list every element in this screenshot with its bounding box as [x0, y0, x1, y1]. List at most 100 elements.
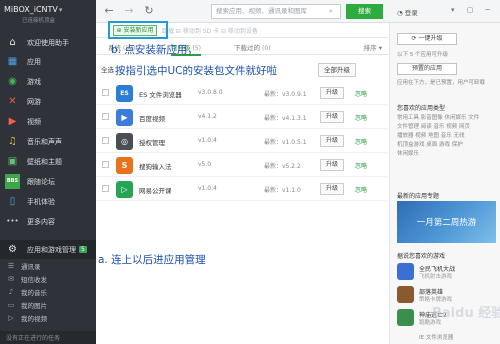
update-all-button[interactable]: 全部升级: [318, 63, 356, 77]
sidebar-item-app-manager[interactable]: ⚙ 应用和游戏管理 5: [0, 240, 96, 259]
tools-icon: ✕: [8, 95, 17, 107]
tab-downloaded[interactable]: 下载过的 (0): [234, 42, 271, 52]
sidebar-item-online-games[interactable]: ✕ 网游: [0, 92, 96, 111]
music-icon: ♪: [8, 287, 14, 296]
sidebar-item-home[interactable]: ⌂ 欢迎使用助手: [0, 33, 96, 52]
sidebar-subitem-music[interactable]: ♪ 我的音乐: [0, 285, 96, 298]
app-name: 搜狗输入法: [139, 163, 172, 171]
refresh-button[interactable]: ↻: [142, 4, 156, 18]
sidebar-subitem-sms[interactable]: ✉ 短信收发: [0, 272, 96, 285]
latest-version: 最新：v3.0.9.1: [264, 91, 307, 98]
user-icon: ◔: [397, 9, 405, 17]
chevron-down-icon: ▾: [58, 6, 63, 14]
category-line[interactable]: 播放器 视频 地图 音乐 无线: [397, 131, 465, 139]
window-controls[interactable]: ▾ ▢ ─ ✕: [451, 6, 500, 14]
more-games-text: IE 文件浏览器: [419, 335, 454, 341]
update-button[interactable]: 升级: [320, 87, 344, 99]
category-line[interactable]: 休闲娱乐: [397, 149, 419, 157]
ignore-link[interactable]: 忽略: [355, 137, 367, 146]
sidebar-item-more[interactable]: ••• 更多内容: [0, 212, 96, 231]
recommend-heading: 据说您喜欢的游戏: [397, 253, 446, 260]
login-link[interactable]: ◔ 登录: [397, 7, 418, 17]
update-button[interactable]: 升级: [320, 111, 344, 123]
ignore-link[interactable]: 忽略: [355, 185, 367, 194]
category-line[interactable]: 机顶盒游戏 桌面 游戏 保护: [397, 140, 463, 148]
update-button[interactable]: 升级: [320, 159, 344, 171]
latest-version: 最新：v1.0.5.1: [264, 139, 307, 146]
update-count-badge: 5: [79, 246, 87, 253]
disabled-actions: 卸载 ⊟ 移动到 SD 卡 ⊟ 移动到设备: [162, 28, 258, 35]
app-row: S 搜狗输入法 v5.0 最新：v5.2.2 升级 忽略: [96, 154, 388, 177]
sidebar: MiBOX_iCNTV▾ 已连接机顶盒 ⌂ 欢迎使用助手 ▦ 应用 ◉ 游戏 ✕…: [0, 0, 96, 344]
sidebar-item-label: 游戏: [27, 77, 41, 86]
device-status: 已连接机顶盒: [22, 18, 56, 24]
back-button[interactable]: ←: [102, 4, 116, 18]
game-item[interactable]: 全民飞机大战 飞机射击游戏: [397, 261, 497, 283]
forward-button[interactable]: →: [122, 4, 136, 18]
row-checkbox[interactable]: [102, 113, 109, 120]
ignore-link[interactable]: 忽略: [355, 89, 367, 98]
task-status-bar: 没有正在进行的任务: [0, 331, 96, 344]
watermark: Baidu 经验: [432, 306, 500, 321]
sidebar-subitem-contacts[interactable]: ☰ 通讯录: [0, 259, 96, 272]
music-icon: ♫: [8, 135, 17, 147]
contacts-icon: ☰: [7, 261, 15, 270]
row-checkbox[interactable]: [102, 89, 109, 96]
ignore-link[interactable]: 忽略: [355, 161, 367, 170]
app-row: ▷ 网易公开课 v1.0.4 最新：v1.1.0 升级 忽略: [96, 178, 388, 201]
device-title[interactable]: MiBOX_iCNTV▾: [4, 5, 62, 14]
sidebar-item-label: 更多内容: [27, 217, 55, 226]
sidebar-item-label: 手机体验: [27, 197, 55, 206]
sidebar-item-music[interactable]: ♫ 音乐和声声: [0, 132, 96, 151]
one-key-update-label: 一键升级: [418, 35, 443, 42]
sidebar-item-video[interactable]: ▶ 视频: [0, 112, 96, 131]
home-icon: ⌂: [9, 36, 16, 48]
app-row: ▶ 百度视频 v4.1.2 最新：v4.1.3.1 升级 忽略: [96, 106, 388, 129]
category-line[interactable]: 常用工具 影音图像 休闲娱乐 文件: [397, 113, 479, 121]
update-button[interactable]: 升级: [320, 183, 344, 195]
sidebar-subitem-videos[interactable]: ▷ 我的视频: [0, 311, 96, 324]
ignore-link[interactable]: 忽略: [355, 113, 367, 122]
row-checkbox[interactable]: [102, 185, 109, 192]
app-version: v1.0.4: [198, 137, 217, 144]
sidebar-subitem-label: 短信收发: [21, 275, 47, 284]
annotation-step-a: a. 连上以后进应用管理: [98, 254, 206, 266]
category-line[interactable]: 文件管理 阅读 音乐 视频 网页: [397, 122, 470, 130]
sidebar-item-wallpaper[interactable]: ▣ 壁纸和主题: [0, 152, 96, 171]
permission-manager-icon: ◎: [116, 133, 133, 150]
app-name: 百度视频: [139, 115, 165, 123]
video-icon: ▶: [8, 115, 17, 127]
one-key-update-button[interactable]: ⟳ 一键升级: [397, 33, 457, 45]
app-row: ◎ 授权管理 v1.0.4 最新：v1.0.5.1 升级 忽略: [96, 130, 388, 153]
select-all-checkbox[interactable]: 全选: [101, 64, 114, 74]
baidu-video-icon: ▶: [116, 109, 133, 126]
search-input[interactable]: 搜索应用、视频、通讯录和图库: [211, 4, 341, 19]
update-button[interactable]: 升级: [320, 135, 344, 147]
sogou-input-icon: S: [116, 157, 133, 174]
sidebar-item-label: 音乐和声声: [27, 137, 62, 146]
phone-icon: ▯: [9, 195, 16, 207]
sidebar-subitem-images[interactable]: ▭ 我的图片: [0, 298, 96, 311]
more-icon: •••: [6, 217, 19, 225]
highlight-frame: [108, 21, 168, 39]
app-version: v1.0.4: [198, 185, 217, 192]
row-checkbox[interactable]: [102, 161, 109, 168]
search-button[interactable]: 搜索: [346, 4, 383, 19]
forum-icon: BBS: [5, 174, 20, 189]
annotation-step-b: b. 点安装新应用，: [111, 44, 198, 56]
game-icon: [397, 263, 414, 280]
row-checkbox[interactable]: [102, 137, 109, 144]
sidebar-item-apps[interactable]: ▦ 应用: [0, 52, 96, 71]
preinstalled-apps-button[interactable]: 预置的应用: [397, 63, 457, 75]
topic-banner[interactable]: 一月第二周热游: [397, 201, 496, 243]
sidebar-item-phone[interactable]: ▯ 手机体验: [0, 192, 96, 211]
app-row: ES ES 文件浏览器 v3.0.8.0 最新：v3.0.9.1 升级 忽略: [96, 82, 388, 105]
sidebar-item-forum[interactable]: BBS 跟随论坛: [0, 172, 96, 191]
sidebar-item-games[interactable]: ◉ 游戏: [0, 72, 96, 91]
login-label: 登录: [404, 9, 418, 17]
sort-dropdown[interactable]: 排序 ▾: [364, 42, 382, 52]
topics-heading: 最新的应用专题: [397, 193, 440, 200]
sidebar-item-label: 应用和游戏管理: [27, 245, 76, 254]
sidebar-item-label: 跟随论坛: [27, 177, 55, 186]
es-file-explorer-icon: ES: [116, 85, 133, 102]
